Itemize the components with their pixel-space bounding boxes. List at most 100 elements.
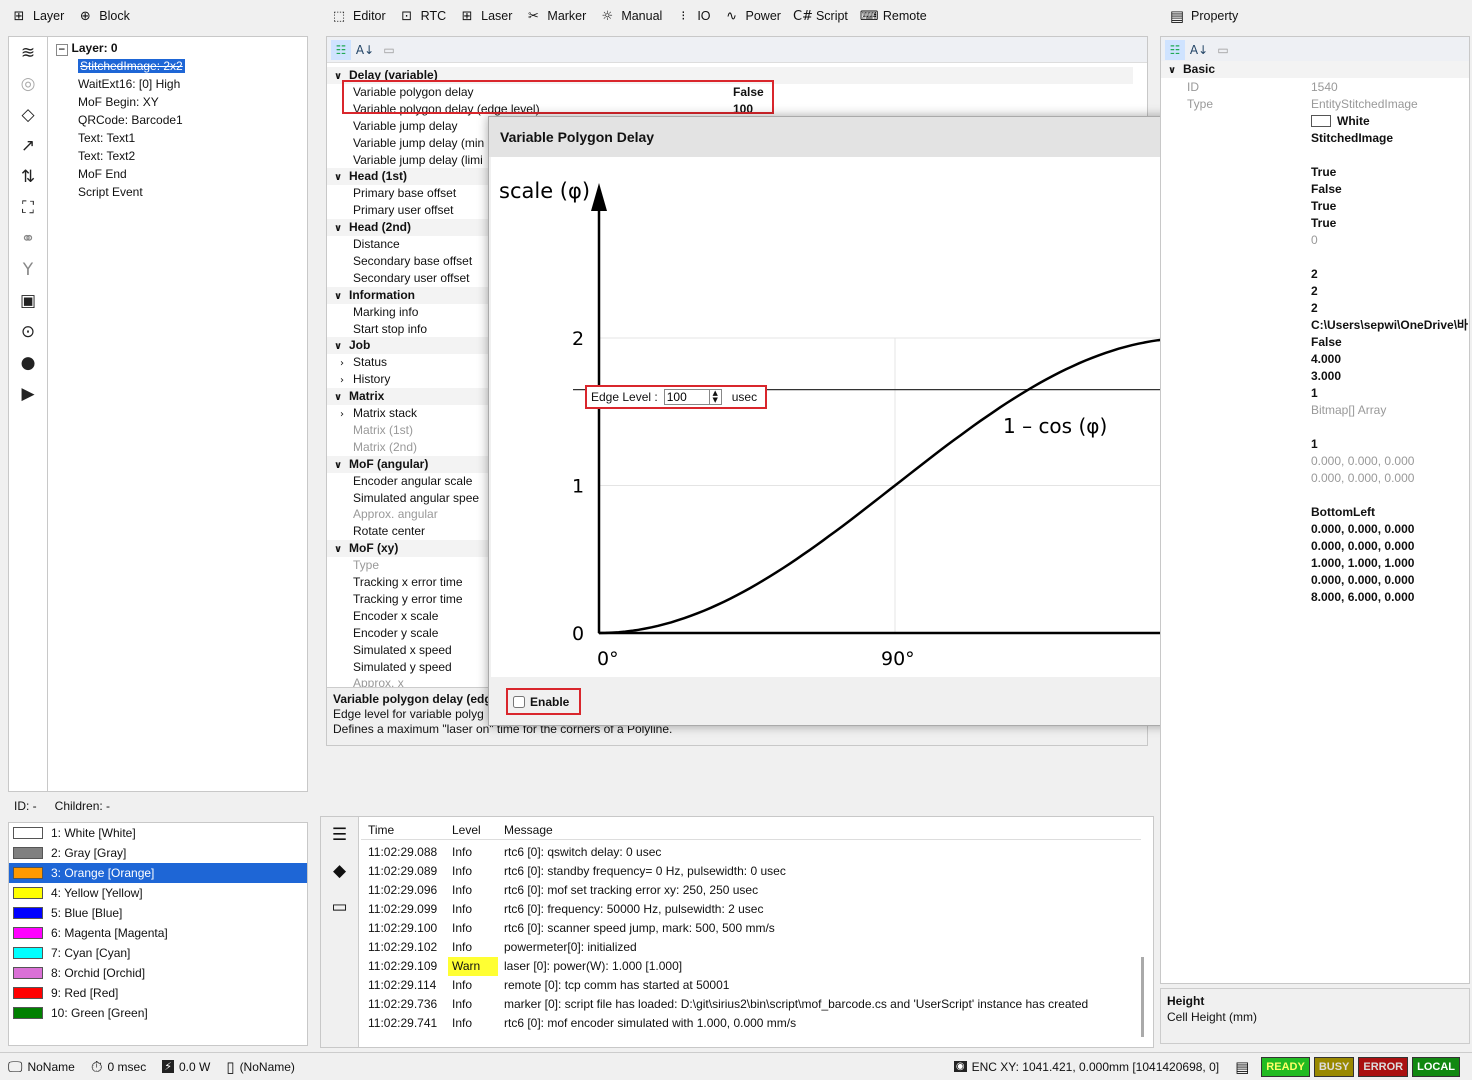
- tree-item[interactable]: Script Event: [78, 183, 143, 201]
- property-row[interactable]: Variable jump delay (limi: [327, 152, 487, 169]
- right-property-row[interactable]: True: [1161, 164, 1469, 181]
- alphabetical-icon[interactable]: A↓: [1189, 40, 1209, 60]
- tab-remote[interactable]: ⌨ Remote: [854, 3, 933, 29]
- log-row[interactable]: 11:02:29.736 Info marker [0]: script file …: [361, 995, 1141, 1014]
- tab-laser[interactable]: ⊞ Laser: [452, 3, 518, 29]
- right-property-row[interactable]: 0.000, 0.000, 0.000: [1161, 538, 1469, 555]
- link-icon[interactable]: ⚭: [9, 223, 47, 254]
- right-property-row[interactable]: 2: [1161, 266, 1469, 283]
- eraser-icon[interactable]: ◆: [321, 853, 358, 889]
- categorized-icon[interactable]: ☷: [1165, 39, 1185, 60]
- tree-item[interactable]: Text: Text1: [78, 129, 135, 147]
- tab-editor[interactable]: ⬚ Editor: [324, 3, 392, 29]
- log-row[interactable]: 11:02:29.109 Warn laser [0]: power(W): 1.0…: [361, 957, 1141, 976]
- right-property-row[interactable]: False: [1161, 181, 1469, 198]
- right-property-row[interactable]: 2: [1161, 283, 1469, 300]
- right-property-row[interactable]: Type EntityStitchedImage: [1161, 96, 1469, 113]
- 3d-icon[interactable]: ◎: [9, 68, 47, 99]
- right-property-row[interactable]: 0.000, 0.000, 0.000: [1161, 470, 1469, 487]
- tree-item[interactable]: MoF End: [78, 165, 127, 183]
- collapse-icon[interactable]: ∨: [327, 169, 349, 186]
- color-item[interactable]: 6: Magenta [Magenta]: [9, 923, 307, 943]
- property-subcategory[interactable]: › Status: [327, 354, 387, 371]
- tree-item[interactable]: MoF Begin: XY: [78, 93, 159, 111]
- property-row[interactable]: Encoder x scale: [327, 608, 487, 625]
- color-item[interactable]: 10: Green [Green]: [9, 1003, 307, 1023]
- right-property-row[interactable]: True: [1161, 198, 1469, 215]
- property-subcategory[interactable]: › History: [327, 371, 390, 388]
- right-property-row[interactable]: Bitmap[] Array: [1161, 402, 1469, 419]
- color-item[interactable]: 7: Cyan [Cyan]: [9, 943, 307, 963]
- color-item[interactable]: 4: Yellow [Yellow]: [9, 883, 307, 903]
- tab-power[interactable]: ∿ Power: [717, 3, 787, 29]
- property-row[interactable]: Simulated angular spee: [327, 490, 487, 507]
- tab-property[interactable]: ▤ Property: [1162, 3, 1244, 29]
- tab-script[interactable]: C# Script: [787, 3, 854, 29]
- right-property-row[interactable]: 1: [1161, 436, 1469, 453]
- pages-icon[interactable]: ▭: [379, 40, 399, 60]
- path-icon[interactable]: ↗: [9, 130, 47, 161]
- folder-icon[interactable]: ▭: [321, 889, 358, 925]
- right-property-row[interactable]: [1161, 147, 1469, 164]
- property-row[interactable]: Encoder y scale: [327, 625, 487, 642]
- tree-item[interactable]: StitchedImage: 2x2: [78, 57, 185, 75]
- right-property-row[interactable]: [1161, 249, 1469, 266]
- right-property-row[interactable]: 1.000, 1.000, 1.000: [1161, 555, 1469, 572]
- property-row[interactable]: Rotate center: [327, 523, 487, 540]
- right-property-row[interactable]: 0.000, 0.000, 0.000: [1161, 572, 1469, 589]
- right-property-row[interactable]: [1161, 487, 1469, 504]
- property-row[interactable]: Simulated y speed: [327, 659, 487, 676]
- tree-item[interactable]: WaitExt16: [0] High: [78, 75, 180, 93]
- color-item[interactable]: 8: Orchid [Orchid]: [9, 963, 307, 983]
- property-row[interactable]: Tracking x error time: [327, 574, 487, 591]
- log-row[interactable]: 11:02:29.741 Info rtc6 [0]: mof encoder si…: [361, 1014, 1141, 1033]
- branch-icon[interactable]: Y: [9, 254, 47, 285]
- property-row[interactable]: Marking info: [327, 304, 487, 321]
- categorized-icon[interactable]: ☷: [331, 39, 351, 60]
- right-property-row[interactable]: StitchedImage: [1161, 130, 1469, 147]
- list-icon[interactable]: ☰: [321, 817, 358, 853]
- color-item[interactable]: 1: White [White]: [9, 823, 307, 843]
- color-item[interactable]: 2: Gray [Gray]: [9, 843, 307, 863]
- log-row[interactable]: 11:02:29.096 Info rtc6 [0]: mof set tracki…: [361, 881, 1141, 900]
- tab-block[interactable]: ⊕ Block: [70, 3, 136, 29]
- right-property-row[interactable]: BottomLeft: [1161, 504, 1469, 521]
- log-row[interactable]: 11:02:29.102 Info powermeter[0]: initializ…: [361, 938, 1141, 957]
- log-row[interactable]: 11:02:29.100 Info rtc6 [0]: scanner speed …: [361, 919, 1141, 938]
- expand-icon[interactable]: ›: [331, 355, 353, 372]
- right-property-row[interactable]: 4.000: [1161, 351, 1469, 368]
- tab-rtc[interactable]: ⊡ RTC: [392, 3, 452, 29]
- sort-icon[interactable]: ⇅: [9, 161, 47, 192]
- edge-level-input[interactable]: [664, 390, 709, 404]
- property-subcategory[interactable]: › Matrix stack: [327, 405, 417, 422]
- alphabetical-icon[interactable]: A↓: [355, 40, 375, 60]
- fit-icon[interactable]: ⛶: [9, 192, 47, 223]
- property-row[interactable]: Matrix (2nd): [327, 439, 487, 456]
- property-row[interactable]: Type: [327, 557, 487, 574]
- property-row[interactable]: Matrix (1st): [327, 422, 487, 439]
- property-row[interactable]: Variable jump delay: [327, 118, 487, 135]
- log-row[interactable]: 11:02:29.089 Info rtc6 [0]: standby freque…: [361, 862, 1141, 881]
- collapse-icon[interactable]: ∨: [327, 220, 349, 237]
- right-property-row[interactable]: False: [1161, 334, 1469, 351]
- property-row[interactable]: Distance: [327, 236, 487, 253]
- log-icon[interactable]: ▤: [1235, 1058, 1249, 1076]
- property-row[interactable]: Simulated x speed: [327, 642, 487, 659]
- property-row[interactable]: Primary user offset: [327, 202, 487, 219]
- right-property-row[interactable]: 2: [1161, 300, 1469, 317]
- collapse-icon[interactable]: ∨: [327, 541, 349, 558]
- collapse-icon[interactable]: ∨: [327, 338, 349, 355]
- log-row[interactable]: 11:02:29.114 Info remote [0]: tcp comm has…: [361, 976, 1141, 995]
- color-item[interactable]: 9: Red [Red]: [9, 983, 307, 1003]
- layers-icon[interactable]: ≋: [9, 37, 47, 68]
- log-row[interactable]: 11:02:29.099 Info rtc6 [0]: frequency: 500…: [361, 900, 1141, 919]
- collapse-icon[interactable]: −: [56, 44, 68, 56]
- right-property-row[interactable]: [1161, 419, 1469, 436]
- property-row[interactable]: Primary base offset: [327, 185, 487, 202]
- collapse-icon[interactable]: ∨: [327, 457, 349, 474]
- expand-icon[interactable]: ›: [331, 372, 353, 389]
- right-property-row[interactable]: 0.000, 0.000, 0.000: [1161, 453, 1469, 470]
- property-row[interactable]: Secondary base offset: [327, 253, 487, 270]
- spin-icon[interactable]: ▲ ▼: [708, 390, 721, 404]
- collapse-icon[interactable]: ∨: [327, 288, 349, 305]
